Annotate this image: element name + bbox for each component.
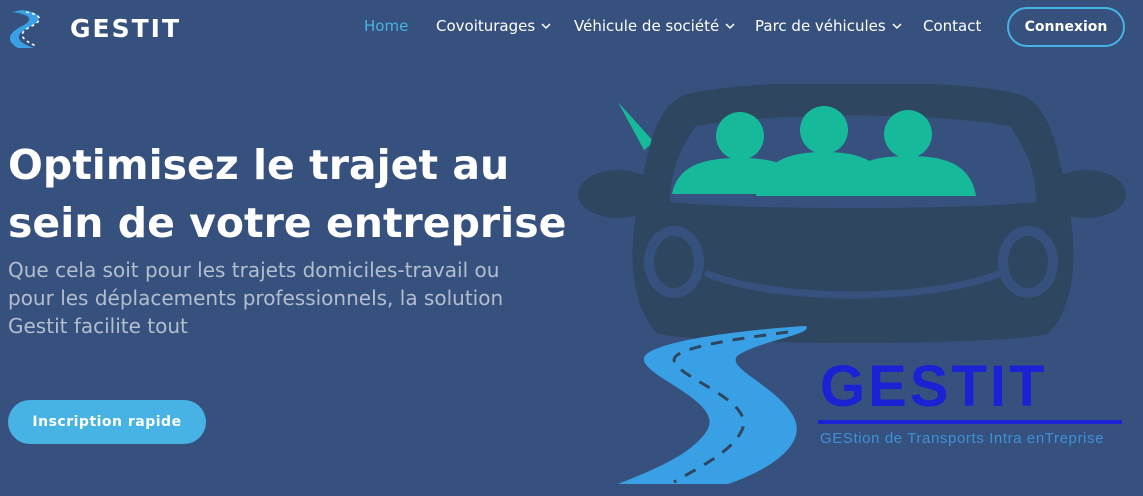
hero-title-line: Optimisez le trajet au <box>8 141 510 189</box>
chevron-down-icon <box>725 22 735 29</box>
nav-parc-vehicules[interactable]: Parc de véhicules <box>755 17 902 35</box>
road-logo-icon <box>9 10 41 48</box>
nav-contact-label: Contact <box>923 17 982 35</box>
gestit-tagline: GEStion de Transports Intra enTreprise <box>820 430 1105 447</box>
gestit-logo-text: GESTIT <box>820 354 1048 419</box>
hero-title: Optimisez le trajet au sein de votre ent… <box>8 136 608 252</box>
hero-subtitle-line: Que cela soit pour les trajets domiciles… <box>8 258 500 282</box>
quick-signup-button[interactable]: Inscription rapide <box>8 400 206 444</box>
logo-underline <box>818 420 1122 424</box>
nav-vehicule-societe-label: Véhicule de société <box>574 17 720 35</box>
brand-link[interactable]: GESTIT <box>8 6 181 50</box>
navbar: GESTIT Home Covoiturages Véhicule de soc… <box>0 0 1143 56</box>
nav-parc-vehicules-label: Parc de véhicules <box>755 17 886 35</box>
brand-name: GESTIT <box>70 13 182 43</box>
nav-covoiturages-label: Covoiturages <box>436 17 536 35</box>
nav-home[interactable]: Home <box>364 17 408 35</box>
hero-subtitle: Que cela soit pour les trajets domiciles… <box>8 256 548 340</box>
carpool-car-icon <box>578 84 1126 484</box>
nav-contact[interactable]: Contact <box>923 17 981 35</box>
hero-title-line: sein de votre entreprise <box>8 199 567 247</box>
hero-subtitle-line: Gestit facilite tout <box>8 314 188 338</box>
chevron-down-icon <box>892 22 902 29</box>
nav-vehicule-societe[interactable]: Véhicule de société <box>574 17 735 35</box>
hero-subtitle-line: pour les déplacements professionnels, la… <box>8 286 504 310</box>
nav-covoiturages[interactable]: Covoiturages <box>436 17 551 35</box>
nav-home-label: Home <box>364 17 409 35</box>
login-button-label: Connexion <box>1024 19 1108 35</box>
quick-signup-label: Inscription rapide <box>32 414 182 430</box>
login-button[interactable]: Connexion <box>1007 7 1125 47</box>
chevron-down-icon <box>541 22 551 29</box>
